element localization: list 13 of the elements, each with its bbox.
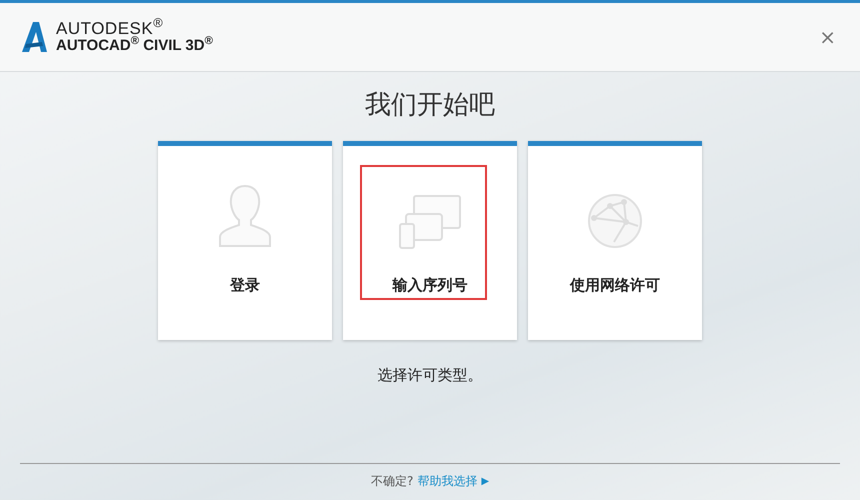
dialog-title: 我们开始吧 <box>365 89 495 122</box>
question-text: 不确定? <box>370 473 414 490</box>
license-option-card[interactable]: 登录 <box>158 141 332 340</box>
product-name: AUTOCAD$^{®}$ CIVIL 3D$^{®}$ <box>56 38 213 54</box>
close-button[interactable]: × <box>815 27 840 47</box>
globe-icon <box>586 192 644 250</box>
license-option-card[interactable]: 使用网络许可 <box>528 141 702 340</box>
arrow-icon: ▶ <box>481 474 490 488</box>
instruction-text: 选择许可类型。 <box>378 365 482 386</box>
devices-icon <box>398 194 462 250</box>
license-option-card[interactable]: 输入序列号 <box>343 141 517 340</box>
person-icon <box>216 182 274 250</box>
logo-icon <box>20 22 48 52</box>
